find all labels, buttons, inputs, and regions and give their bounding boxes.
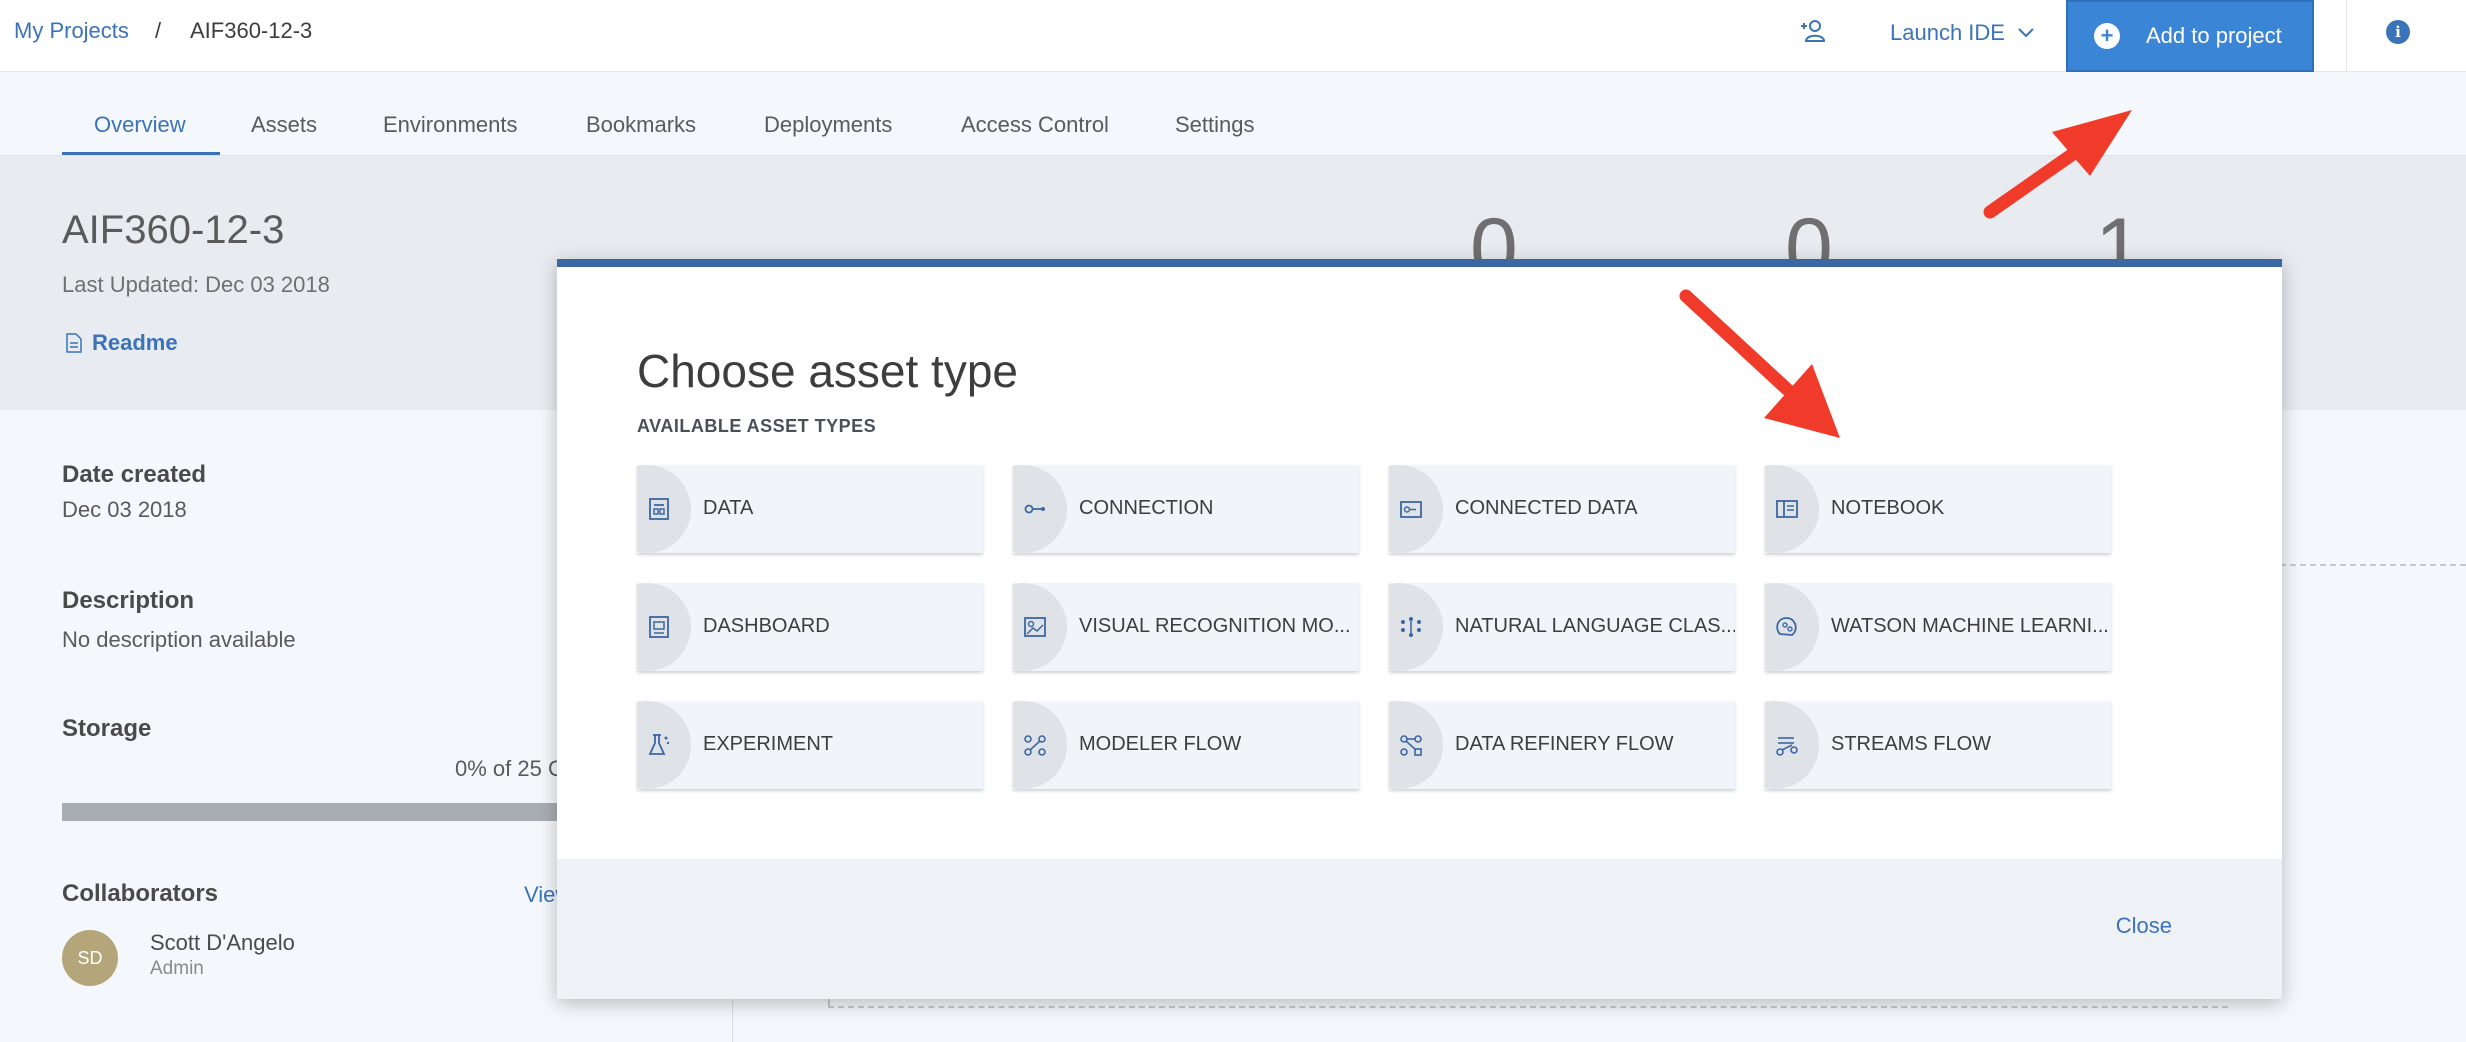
- asset-tile-label: NATURAL LANGUAGE CLAS...: [1455, 615, 1735, 637]
- breadcrumb-my-projects[interactable]: My Projects: [14, 18, 129, 44]
- asset-tile-label: DATA REFINERY FLOW: [1455, 733, 1674, 755]
- storage-usage: 0% of 25 G: [455, 756, 566, 781]
- date-created-value: Dec 03 2018: [62, 497, 187, 522]
- asset-tile-label: DATA: [703, 497, 754, 519]
- asset-tile-label: CONNECTED DATA: [1455, 497, 1638, 519]
- storage-label: Storage: [62, 715, 152, 742]
- dialog-footer: Close: [557, 859, 2282, 999]
- asset-tile-label: CONNECTION: [1079, 497, 1214, 519]
- add-to-project-button[interactable]: + Add to project: [2066, 0, 2314, 72]
- natural-language-icon: [1401, 617, 1421, 637]
- header-divider: [2346, 0, 2347, 72]
- dialog-title: Choose asset type: [637, 345, 1019, 397]
- asset-tile-label: MODELER FLOW: [1079, 733, 1242, 755]
- asset-tile-label: EXPERIMENT: [703, 733, 834, 755]
- launch-ide-label: Launch IDE: [1890, 20, 2005, 45]
- description-label: Description: [62, 587, 195, 614]
- close-button[interactable]: Close: [2116, 913, 2172, 939]
- asset-tile-label: STREAMS FLOW: [1831, 733, 1992, 755]
- description-value: No description available: [62, 627, 296, 652]
- dashboard-icon: [649, 616, 669, 638]
- watson-ml-icon: [1776, 617, 1797, 636]
- streams-flow-icon: [1776, 737, 1798, 756]
- connected-data-icon: [1400, 501, 1422, 518]
- asset-tile-connection[interactable]: CONNECTION: [1013, 465, 1359, 553]
- launch-ide-dropdown[interactable]: Launch IDE: [1890, 20, 2035, 46]
- collaborator-role: Admin: [150, 958, 204, 979]
- asset-tile-data[interactable]: DATA: [637, 465, 983, 553]
- date-created-label: Date created: [62, 461, 207, 488]
- asset-tile-modeler-flow[interactable]: MODELER FLOW: [1013, 701, 1359, 789]
- add-to-project-label: Add to project: [2146, 23, 2282, 48]
- connection-icon: [1024, 504, 1045, 514]
- dialog-top-border: [557, 259, 2282, 267]
- tab-deployments[interactable]: Deployments: [764, 112, 892, 138]
- asset-tile-natural-language[interactable]: NATURAL LANGUAGE CLAS...: [1389, 583, 1735, 671]
- notebook-icon: [1776, 500, 1798, 518]
- asset-tile-connected-data[interactable]: CONNECTED DATA: [1389, 465, 1735, 553]
- add-collaborator-icon[interactable]: [1798, 16, 1828, 46]
- collaborators-label: Collaborators: [62, 880, 219, 907]
- choose-asset-type-dialog: Choose asset type AVAILABLE ASSET TYPES …: [557, 259, 2282, 999]
- project-tabs: Overview Assets Environments Bookmarks D…: [0, 72, 2466, 156]
- asset-tile-watson-ml[interactable]: WATSON MACHINE LEARNI...: [1765, 583, 2111, 671]
- project-title: AIF360-12-3: [62, 208, 285, 252]
- chevron-down-icon: [2018, 28, 2034, 38]
- asset-tile-dashboard[interactable]: DASHBOARD: [637, 583, 983, 671]
- asset-tile-notebook[interactable]: NOTEBOOK: [1765, 465, 2111, 553]
- experiment-icon: [648, 734, 670, 755]
- data-refinery-flow-icon: [1400, 735, 1422, 756]
- visual-recognition-icon: [1024, 617, 1046, 637]
- asset-tile-data-refinery-flow[interactable]: DATA REFINERY FLOW: [1389, 701, 1735, 789]
- asset-tile-label: VISUAL RECOGNITION MO...: [1079, 615, 1351, 637]
- plus-icon: +: [2094, 23, 2120, 49]
- readme-link[interactable]: Readme: [66, 330, 178, 356]
- asset-tile-experiment[interactable]: EXPERIMENT: [637, 701, 983, 789]
- tab-settings[interactable]: Settings: [1175, 112, 1255, 138]
- dialog-subtitle: AVAILABLE ASSET TYPES: [637, 416, 877, 436]
- last-updated: Last Updated: Dec 03 2018: [62, 272, 330, 297]
- top-bar: My Projects / AIF360-12-3 Launch IDE + A…: [0, 0, 2466, 72]
- dashed-drop-zone-edge: [2280, 564, 2466, 566]
- storage-bar: [62, 803, 562, 821]
- readme-label: Readme: [92, 330, 178, 355]
- data-icon: [649, 498, 669, 520]
- modeler-flow-icon: [1024, 735, 1046, 756]
- asset-tile-streams-flow[interactable]: STREAMS FLOW: [1765, 701, 2111, 789]
- breadcrumb-current: AIF360-12-3: [190, 18, 313, 43]
- active-tab-indicator: [62, 152, 220, 155]
- asset-tile-label: NOTEBOOK: [1831, 497, 1945, 519]
- document-icon: [66, 333, 82, 353]
- asset-tile-label: DASHBOARD: [703, 615, 830, 637]
- info-icon[interactable]: i: [2386, 20, 2410, 44]
- tab-environments[interactable]: Environments: [383, 112, 518, 138]
- asset-tile-label: WATSON MACHINE LEARNI...: [1831, 615, 2109, 637]
- tab-access-control[interactable]: Access Control: [961, 112, 1109, 138]
- avatar: SD: [62, 930, 118, 986]
- dashed-drop-zone-edge: [828, 1006, 2228, 1008]
- asset-tile-visual-recognition[interactable]: VISUAL RECOGNITION MO...: [1013, 583, 1359, 671]
- tab-overview[interactable]: Overview: [94, 112, 186, 138]
- tab-bookmarks[interactable]: Bookmarks: [586, 112, 696, 138]
- collaborator-name: Scott D'Angelo: [150, 930, 295, 955]
- tab-assets[interactable]: Assets: [251, 112, 317, 138]
- breadcrumb-separator: /: [155, 18, 162, 43]
